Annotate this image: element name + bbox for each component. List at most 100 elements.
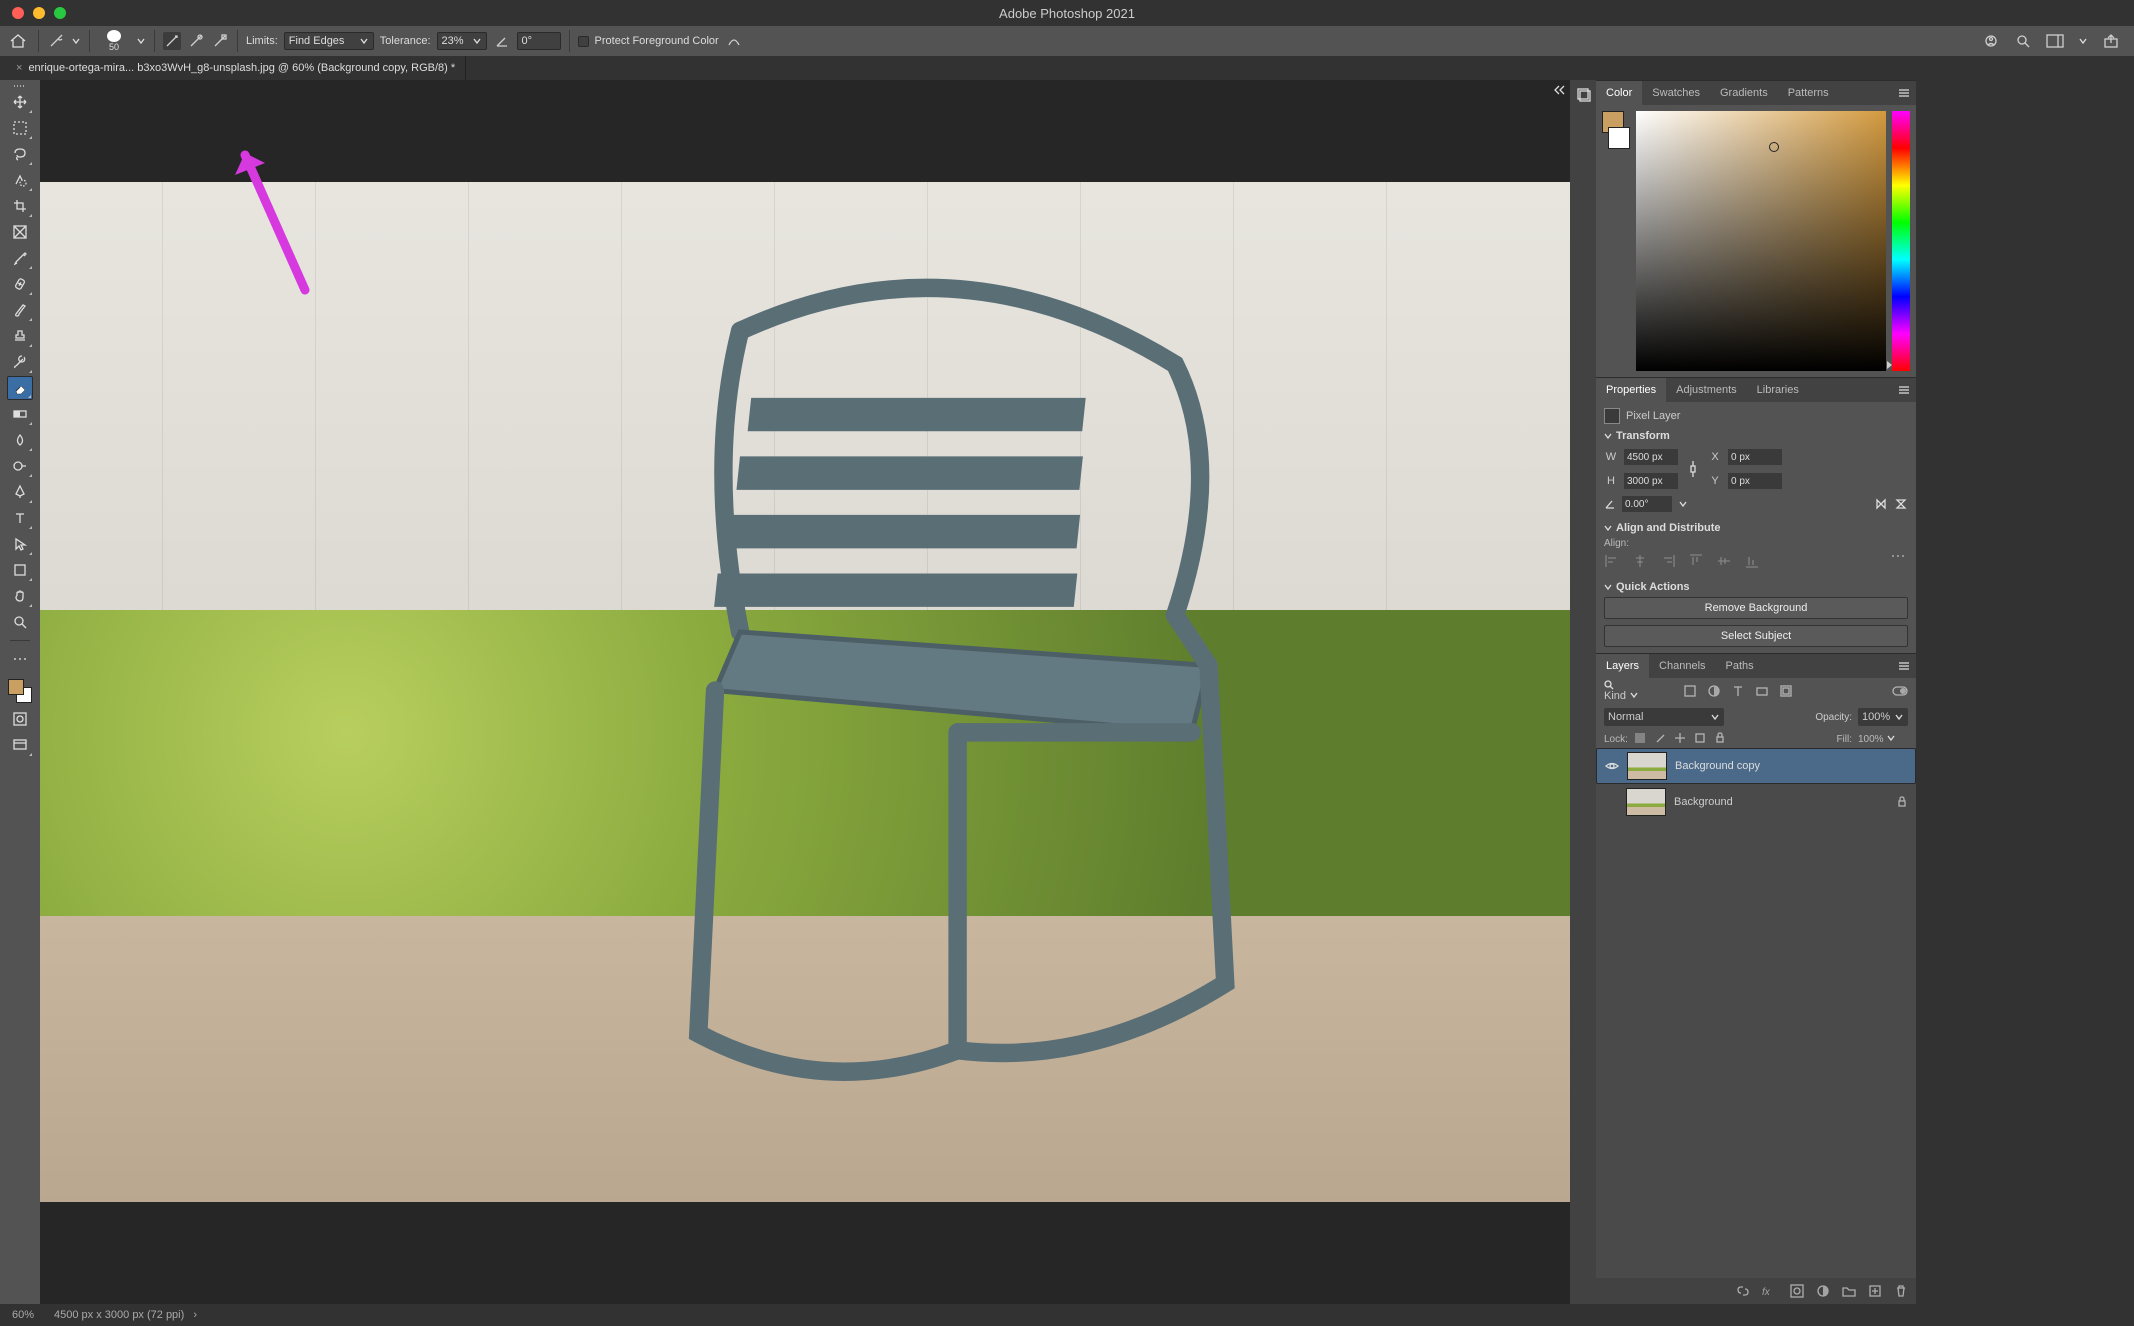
transform-section-toggle[interactable]: Transform (1604, 430, 1908, 442)
fx-icon[interactable]: fx (1762, 1285, 1778, 1297)
layer-filter-select[interactable]: Kind (1604, 680, 1674, 702)
align-vcenter-icon[interactable] (1716, 553, 1734, 571)
close-tab-icon[interactable]: × (16, 62, 22, 74)
quick-select-tool[interactable] (7, 168, 33, 192)
more-align-icon[interactable] (1890, 553, 1908, 571)
history-brush-tool[interactable] (7, 350, 33, 374)
pressure-icon[interactable] (725, 32, 743, 50)
history-panel-icon[interactable] (1575, 86, 1591, 102)
lock-position-icon[interactable] (1674, 732, 1688, 746)
workspace-dropdown[interactable] (2078, 36, 2088, 46)
fg-color-swatch[interactable] (8, 679, 24, 695)
zoom-level[interactable]: 60% (12, 1309, 34, 1321)
frame-tool[interactable] (7, 220, 33, 244)
document-tab[interactable]: × enrique-ortega-mira... b3xo3WvH_g8-uns… (6, 56, 466, 80)
doc-info[interactable]: 4500 px x 3000 px (72 ppi) › (54, 1309, 197, 1321)
tab-paths[interactable]: Paths (1716, 654, 1764, 678)
new-layer-icon[interactable] (1868, 1284, 1882, 1298)
tab-color[interactable]: Color (1596, 81, 1642, 105)
protect-fg-checkbox[interactable] (578, 36, 589, 47)
panel-menu-icon[interactable] (1892, 385, 1916, 395)
brush-tool[interactable] (7, 298, 33, 322)
transform-y-input[interactable] (1728, 473, 1782, 489)
color-swatches[interactable] (6, 677, 34, 705)
window-zoom-button[interactable] (54, 7, 66, 19)
quickmask-icon[interactable] (7, 707, 33, 731)
move-tool[interactable] (7, 90, 33, 114)
flip-v-icon[interactable] (1894, 497, 1908, 511)
remove-background-button[interactable]: Remove Background (1604, 597, 1908, 619)
marquee-tool[interactable] (7, 116, 33, 140)
link-layers-icon[interactable] (1736, 1284, 1750, 1298)
transform-x-input[interactable] (1728, 449, 1782, 465)
lock-paint-icon[interactable] (1654, 732, 1668, 746)
tab-libraries[interactable]: Libraries (1747, 378, 1809, 402)
search-icon[interactable] (2014, 32, 2032, 50)
tolerance-select[interactable]: 23% (437, 32, 487, 50)
align-top-icon[interactable] (1688, 553, 1706, 571)
eyedropper-tool[interactable] (7, 246, 33, 270)
align-left-icon[interactable] (1604, 553, 1622, 571)
eraser-tool[interactable] (7, 376, 33, 400)
filter-adjust-icon[interactable] (1706, 683, 1722, 699)
hand-tool[interactable] (7, 584, 33, 608)
transform-w-input[interactable] (1624, 449, 1678, 465)
tab-properties[interactable]: Properties (1596, 378, 1666, 402)
layer-row[interactable]: Background copy (1596, 748, 1916, 784)
tab-channels[interactable]: Channels (1649, 654, 1715, 678)
screenmode-icon[interactable] (7, 733, 33, 757)
home-button[interactable] (6, 30, 30, 52)
fill-select[interactable]: 100% (1858, 733, 1908, 745)
angle-input[interactable]: 0° (517, 32, 561, 50)
hue-slider[interactable] (1892, 111, 1910, 371)
document-canvas[interactable] (40, 182, 1570, 1202)
lock-pixels-icon[interactable] (1634, 732, 1648, 746)
dodge-tool[interactable] (7, 454, 33, 478)
lock-icon[interactable] (1896, 796, 1908, 808)
blend-mode-select[interactable]: Normal (1604, 708, 1724, 726)
filter-toggle-switch[interactable] (1892, 683, 1908, 699)
tab-adjustments[interactable]: Adjustments (1666, 378, 1747, 402)
tool-preset-icon[interactable] (47, 32, 65, 50)
canvas-area[interactable] (40, 80, 1570, 1304)
layer-row[interactable]: Background (1596, 784, 1916, 820)
crop-tool[interactable] (7, 194, 33, 218)
window-close-button[interactable] (12, 7, 24, 19)
expand-panels-icon[interactable] (1552, 84, 1566, 96)
filter-shape-icon[interactable] (1754, 683, 1770, 699)
layer-thumbnail[interactable] (1626, 788, 1666, 816)
share-icon[interactable] (2102, 32, 2120, 50)
chevron-right-icon[interactable]: › (190, 1309, 197, 1321)
pen-tool[interactable] (7, 480, 33, 504)
edit-toolbar-icon[interactable] (7, 647, 33, 671)
gradient-tool[interactable] (7, 402, 33, 426)
healing-tool[interactable] (7, 272, 33, 296)
path-select-tool[interactable] (7, 532, 33, 556)
cloud-docs-icon[interactable] (1982, 32, 2000, 50)
align-hcenter-icon[interactable] (1632, 553, 1650, 571)
sampling-continuous-icon[interactable] (163, 32, 181, 50)
lock-all-icon[interactable] (1714, 732, 1728, 746)
transform-angle-input[interactable] (1622, 496, 1672, 512)
link-wh-icon[interactable] (1688, 459, 1698, 479)
filter-smart-icon[interactable] (1778, 683, 1794, 699)
color-field-cursor[interactable] (1769, 142, 1779, 152)
align-right-icon[interactable] (1660, 553, 1678, 571)
blur-tool[interactable] (7, 428, 33, 452)
panel-menu-icon[interactable] (1892, 661, 1916, 671)
new-adjustment-icon[interactable] (1816, 1284, 1830, 1298)
hue-slider-handle[interactable] (1887, 361, 1892, 369)
delete-layer-icon[interactable] (1894, 1284, 1908, 1298)
mask-icon[interactable] (1790, 1284, 1804, 1298)
layer-name[interactable]: Background copy (1675, 760, 1760, 772)
lock-artboard-icon[interactable] (1694, 732, 1708, 746)
workspace-icon[interactable] (2046, 32, 2064, 50)
picker-bg-swatch[interactable] (1608, 127, 1630, 149)
stamp-tool[interactable] (7, 324, 33, 348)
tool-preset-dropdown[interactable] (71, 36, 81, 46)
window-minimize-button[interactable] (33, 7, 45, 19)
sampling-swatch-icon[interactable] (211, 32, 229, 50)
sampling-once-icon[interactable] (187, 32, 205, 50)
tab-patterns[interactable]: Patterns (1778, 81, 1839, 105)
align-bottom-icon[interactable] (1744, 553, 1762, 571)
